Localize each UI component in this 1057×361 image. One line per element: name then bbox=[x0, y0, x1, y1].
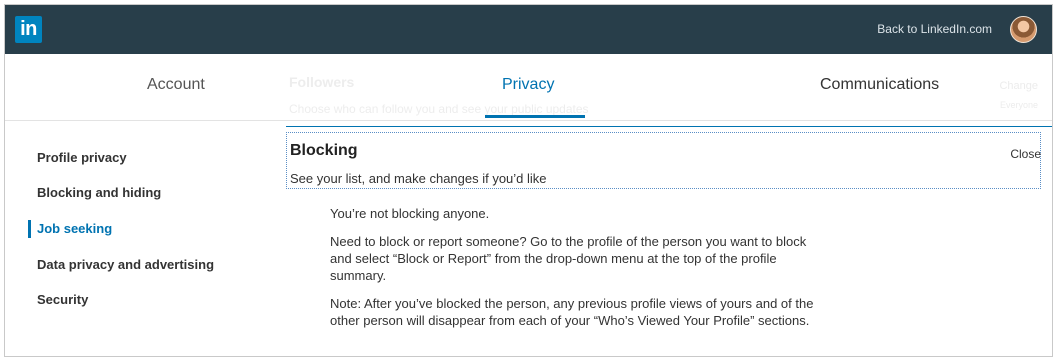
linkedin-logo[interactable]: in bbox=[15, 16, 42, 43]
blocking-status-text: You’re not blocking anyone. bbox=[330, 206, 490, 221]
sidebar-item-profile-privacy[interactable]: Profile privacy bbox=[37, 150, 127, 165]
settings-tab-bar: Followers Choose who can follow you and … bbox=[5, 54, 1052, 121]
blocking-section-header: Blocking See your list, and make changes… bbox=[286, 132, 1041, 189]
settings-window: in Back to LinkedIn.com Followers Choose… bbox=[4, 4, 1053, 357]
close-button[interactable]: Close bbox=[1010, 147, 1041, 161]
blocking-content: You’re not blocking anyone. Need to bloc… bbox=[330, 205, 830, 340]
blocking-subtitle: See your list, and make changes if you’d… bbox=[290, 171, 547, 186]
tab-account[interactable]: Account bbox=[147, 76, 205, 94]
followers-section-title: Followers bbox=[289, 74, 355, 90]
top-navigation-bar: in Back to LinkedIn.com bbox=[5, 5, 1052, 54]
sidebar-item-security[interactable]: Security bbox=[37, 292, 88, 307]
followers-section-subtitle: Choose who can follow you and see your p… bbox=[289, 102, 589, 116]
sidebar-item-job-seeking[interactable]: Job seeking bbox=[37, 221, 112, 236]
sidebar-item-blocking-and-hiding[interactable]: Blocking and hiding bbox=[37, 185, 161, 200]
tab-privacy[interactable]: Privacy bbox=[502, 76, 554, 94]
section-divider bbox=[286, 126, 1052, 127]
followers-change-link[interactable]: Change bbox=[999, 80, 1038, 92]
tab-communications[interactable]: Communications bbox=[820, 76, 939, 94]
avatar[interactable] bbox=[1010, 16, 1037, 43]
blocking-instructions-text: Need to block or report someone? Go to t… bbox=[330, 234, 807, 283]
back-to-linkedin-link[interactable]: Back to LinkedIn.com bbox=[877, 22, 992, 36]
active-tab-indicator bbox=[485, 115, 585, 118]
sidebar-active-indicator bbox=[28, 220, 31, 238]
blocking-note-text: Note: After you’ve blocked the person, a… bbox=[330, 296, 814, 328]
blocking-title: Blocking bbox=[290, 142, 358, 159]
sidebar-item-data-privacy[interactable]: Data privacy and advertising bbox=[37, 257, 214, 272]
followers-status: Everyone bbox=[999, 100, 1038, 110]
